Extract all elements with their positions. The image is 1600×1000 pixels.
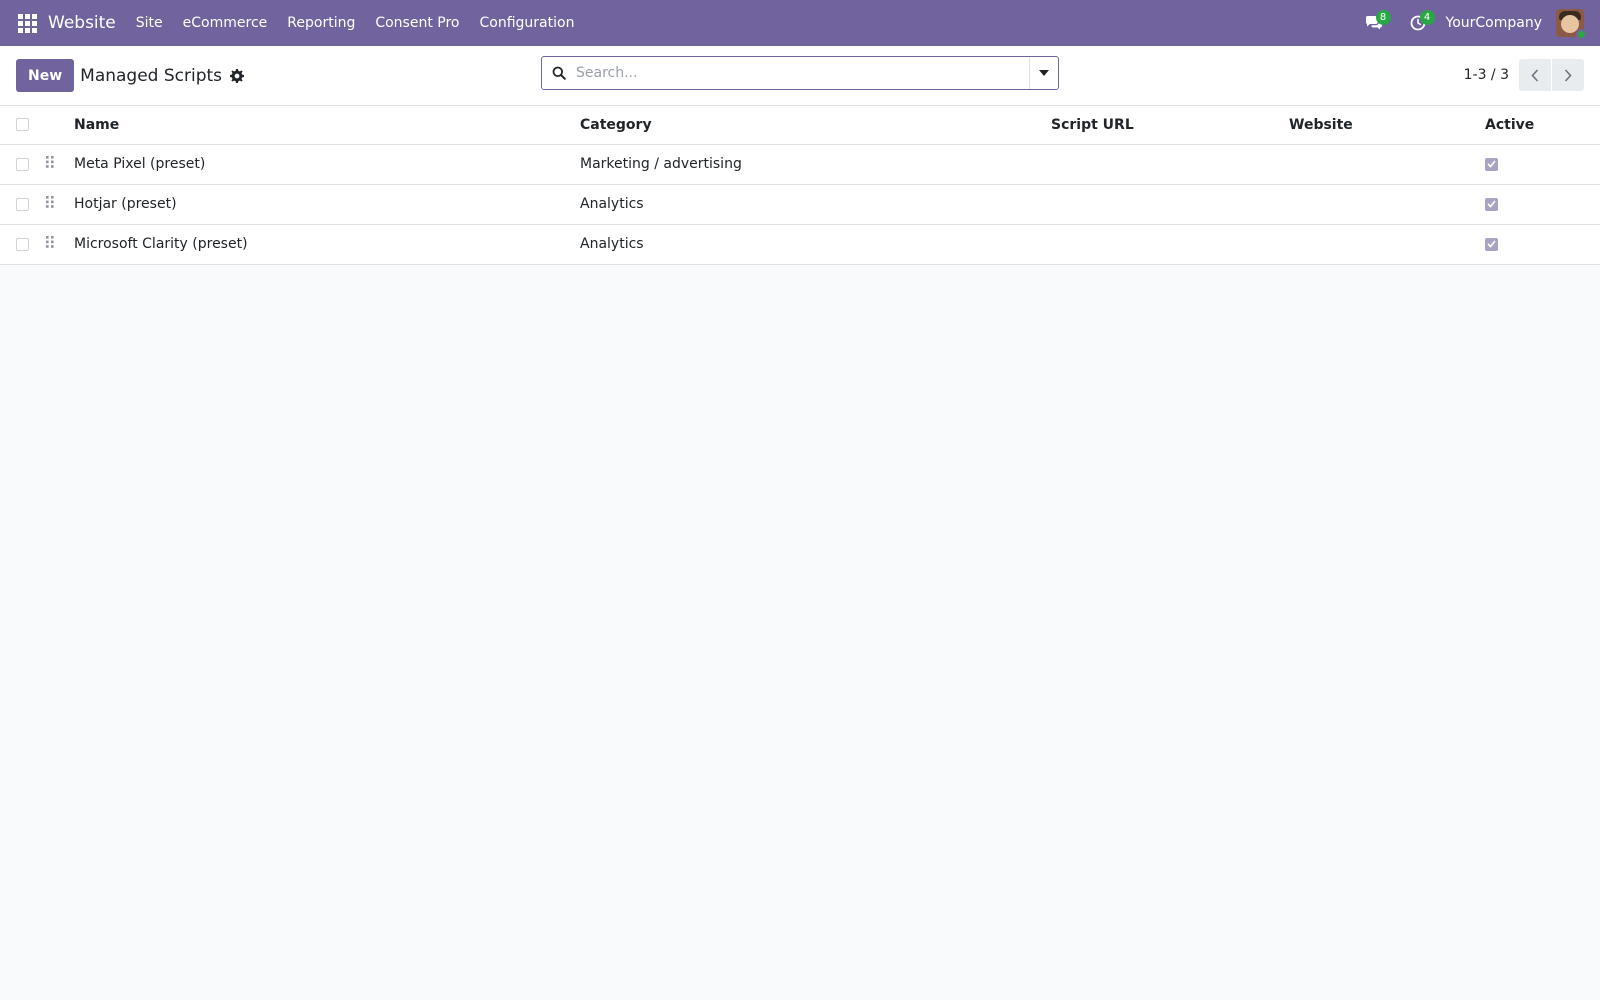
menu-item-configuration[interactable]: Configuration — [470, 0, 585, 46]
column-header-website[interactable]: Website — [1289, 106, 1485, 144]
table-row[interactable]: Microsoft Clarity (preset) Analytics — [0, 224, 1600, 264]
cell-website[interactable] — [1289, 184, 1485, 224]
pager-next-button[interactable] — [1552, 59, 1584, 91]
menu-item-ecommerce[interactable]: eCommerce — [173, 0, 278, 46]
top-navbar: Website Site eCommerce Reporting Consent… — [0, 0, 1600, 46]
check-icon — [1487, 200, 1496, 208]
scripts-list-table: Name Category Script URL Website Active … — [0, 106, 1600, 265]
gear-icon — [230, 68, 245, 83]
menu-item-site[interactable]: Site — [126, 0, 173, 46]
handle-header — [46, 106, 74, 144]
table-row[interactable]: Hotjar (preset) Analytics — [0, 184, 1600, 224]
active-checkbox[interactable] — [1485, 157, 1498, 171]
cell-script-url[interactable] — [1051, 144, 1289, 184]
apps-menu-icon[interactable] — [14, 10, 40, 36]
control-panel: New Managed Scripts 1-3 / 3 — [0, 46, 1600, 106]
column-header-name[interactable]: Name — [74, 106, 580, 144]
page-title: Managed Scripts — [80, 65, 223, 86]
cell-name[interactable]: Microsoft Clarity (preset) — [74, 224, 580, 264]
column-header-active[interactable]: Active — [1485, 106, 1600, 144]
pager-value[interactable]: 1-3 / 3 — [1464, 67, 1509, 83]
user-avatar[interactable] — [1556, 9, 1587, 40]
drag-handle-icon[interactable] — [46, 156, 54, 168]
new-button[interactable]: New — [16, 59, 75, 92]
search-options-toggle[interactable] — [1029, 57, 1058, 89]
active-checkbox[interactable] — [1485, 237, 1498, 251]
app-brand[interactable]: Website — [48, 13, 116, 33]
row-select-checkbox[interactable] — [16, 237, 29, 251]
messages-button[interactable]: 8 — [1352, 0, 1396, 46]
actions-gear-button[interactable] — [230, 68, 245, 83]
check-icon — [1487, 240, 1496, 248]
column-header-script-url[interactable]: Script URL — [1051, 106, 1289, 144]
activities-button[interactable]: 4 — [1396, 0, 1440, 46]
cell-category[interactable]: Marketing / advertising — [580, 144, 1051, 184]
cell-name[interactable]: Meta Pixel (preset) — [74, 144, 580, 184]
activities-badge: 4 — [1419, 10, 1435, 25]
chevron-right-icon — [1564, 68, 1572, 82]
cell-website[interactable] — [1289, 144, 1485, 184]
cell-script-url[interactable] — [1051, 224, 1289, 264]
online-status-icon — [1576, 29, 1587, 40]
cell-script-url[interactable] — [1051, 184, 1289, 224]
chevron-left-icon — [1531, 68, 1539, 82]
navbar-systray: 8 4 YourCompany — [1352, 0, 1600, 46]
check-icon — [1487, 160, 1496, 168]
drag-handle-icon[interactable] — [46, 236, 54, 248]
pager-previous-button[interactable] — [1519, 59, 1551, 91]
search-bar — [541, 56, 1059, 90]
messages-badge: 8 — [1375, 10, 1391, 25]
row-select-checkbox[interactable] — [16, 157, 29, 171]
table-header-row: Name Category Script URL Website Active — [0, 106, 1600, 144]
cell-category[interactable]: Analytics — [580, 224, 1051, 264]
company-switcher[interactable]: YourCompany — [1446, 15, 1543, 31]
menu-item-reporting[interactable]: Reporting — [277, 0, 365, 46]
select-all-cell — [0, 106, 46, 144]
search-icon — [542, 66, 576, 80]
active-checkbox[interactable] — [1485, 197, 1498, 211]
cell-category[interactable]: Analytics — [580, 184, 1051, 224]
table-row[interactable]: Meta Pixel (preset) Marketing / advertis… — [0, 144, 1600, 184]
pager: 1-3 / 3 — [1464, 59, 1584, 91]
select-all-checkbox[interactable] — [16, 118, 29, 132]
cell-website[interactable] — [1289, 224, 1485, 264]
caret-down-icon — [1039, 70, 1049, 76]
menu-item-consent-pro[interactable]: Consent Pro — [365, 0, 469, 46]
column-header-category[interactable]: Category — [580, 106, 1051, 144]
search-input[interactable] — [576, 57, 1029, 89]
cell-name[interactable]: Hotjar (preset) — [74, 184, 580, 224]
row-select-checkbox[interactable] — [16, 197, 29, 211]
drag-handle-icon[interactable] — [46, 196, 54, 208]
